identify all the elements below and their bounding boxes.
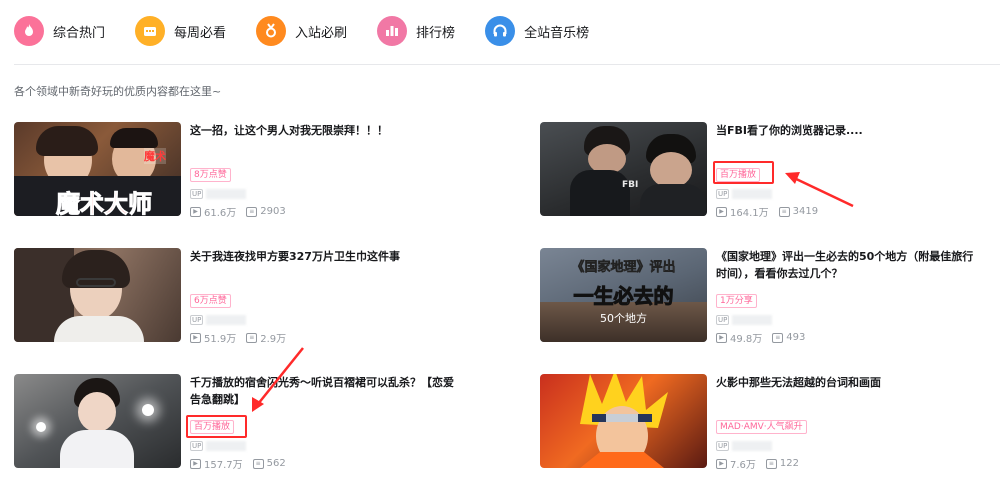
divider: [14, 64, 1000, 65]
video-thumbnail[interactable]: [14, 374, 181, 468]
video-title[interactable]: 这一招，让这个男人对我无限崇拜！！！: [190, 122, 458, 139]
video-card[interactable]: 火影中那些无法超越的台词和画面 MAD·AMV·人气飙升 UP ▶ 7.6万 ≡ 1…: [540, 374, 980, 471]
tab-music-chart[interactable]: 全站音乐榜: [485, 13, 589, 49]
play-count-icon: ▶: [190, 332, 201, 343]
video-title[interactable]: 火影中那些无法超越的台词和画面: [716, 374, 984, 391]
tab-label: 综合热门: [53, 25, 106, 41]
thumbnail-heading: 《国家地理》评出: [571, 260, 676, 276]
video-title[interactable]: 关于我连夜找甲方要327万片卫生巾这件事: [190, 248, 458, 265]
thumbnail-tag: 魔术: [144, 148, 166, 164]
calendar-icon: [135, 16, 166, 46]
play-count-icon: ▶: [190, 458, 201, 469]
video-stats: ▶ 61.6万 ≡ 2903: [190, 204, 286, 219]
uploader-row[interactable]: UP: [716, 315, 773, 325]
headphones-icon: [485, 16, 516, 46]
uploader-row[interactable]: UP: [716, 441, 773, 451]
video-card[interactable]: 魔术大师 魔术 这一招，让这个男人对我无限崇拜！！！ 8万点赞 UP ▶ 61.6…: [14, 122, 454, 219]
danmaku-count: 493: [786, 332, 806, 343]
video-info: 这一招，让这个男人对我无限崇拜！！！ 8万点赞 UP ▶ 61.6万 ≡ 2903: [190, 122, 458, 219]
tab-label: 排行榜: [416, 25, 456, 41]
play-count-icon: ▶: [716, 332, 727, 343]
tab-ranking[interactable]: 排行榜: [377, 13, 455, 49]
video-info: 火影中那些无法超越的台词和画面 MAD·AMV·人气飙升 UP ▶ 7.6万 ≡ 1…: [716, 374, 984, 471]
video-stats: ▶ 7.6万 ≡ 122: [716, 456, 799, 471]
video-thumbnail[interactable]: [14, 248, 181, 342]
play-count-icon: ▶: [190, 206, 201, 217]
up-tag: UP: [190, 441, 204, 451]
uploader-name[interactable]: [732, 441, 773, 451]
video-stats: ▶ 51.9万 ≡ 2.9万: [190, 330, 286, 345]
uploader-name[interactable]: [206, 315, 247, 325]
video-title[interactable]: 千万播放的宿舍闪光秀～听说百褶裙可以乱杀？【恋爱告急翻跳】: [190, 374, 458, 408]
video-thumbnail[interactable]: 魔术大师 魔术: [14, 122, 181, 216]
video-thumbnail[interactable]: [540, 374, 707, 468]
uploader-name[interactable]: [206, 441, 247, 451]
up-tag: UP: [716, 315, 730, 325]
view-count: 51.9万: [204, 334, 237, 345]
view-count: 49.8万: [730, 334, 763, 345]
bar-chart-icon: [377, 16, 408, 46]
highlight-box: [713, 161, 774, 184]
tab-weekly[interactable]: 每周必看: [135, 13, 226, 49]
video-card[interactable]: 关于我连夜找甲方要327万片卫生巾这件事 6万点赞 UP ▶ 51.9万 ≡ 2.9…: [14, 248, 454, 345]
thumbnail-caption: 魔术大师: [56, 190, 153, 217]
danmaku-count: 2.9万: [260, 334, 287, 345]
video-stats: ▶ 49.8万 ≡ 493: [716, 330, 805, 345]
danmaku-count: 2903: [260, 206, 286, 217]
view-count: 7.6万: [730, 460, 756, 471]
uploader-row[interactable]: UP: [190, 315, 247, 325]
uploader-name[interactable]: [732, 189, 773, 199]
video-title[interactable]: 当FBI看了你的浏览器记录....: [716, 122, 984, 139]
video-info: 《国家地理》评出一生必去的50个地方（附最佳旅行时间），看看你去过几个？ 1万分…: [716, 248, 984, 345]
danmaku-count: 562: [266, 458, 286, 469]
section-subtitle: 各个领域中新奇好玩的优质内容都在这里~: [14, 85, 222, 98]
up-tag: UP: [716, 189, 730, 199]
danmaku-icon: ≡: [765, 458, 777, 469]
thumbnail-subcaption: 50个地方: [600, 312, 647, 325]
video-thumbnail[interactable]: 《国家地理》评出 一生必去的 50个地方: [540, 248, 707, 342]
danmaku-icon: ≡: [772, 332, 784, 343]
category-tabs: 综合热门 每周必看 入站必刷 排行榜 全站音乐榜: [14, 13, 619, 49]
play-count-icon: ▶: [716, 458, 727, 469]
view-count: 164.1万: [730, 208, 769, 219]
tab-hot[interactable]: 综合热门: [14, 13, 105, 49]
danmaku-icon: ≡: [252, 458, 264, 469]
flame-icon: [14, 16, 44, 46]
video-card[interactable]: 《国家地理》评出 一生必去的 50个地方 《国家地理》评出一生必去的50个地方（…: [540, 248, 980, 345]
tab-label: 每周必看: [174, 25, 227, 41]
danmaku-icon: ≡: [246, 332, 258, 343]
video-badge: MAD·AMV·人气飙升: [716, 420, 807, 434]
video-thumbnail[interactable]: FBI: [540, 122, 707, 216]
tab-label: 全站音乐榜: [524, 25, 590, 41]
video-stats: ▶ 164.1万 ≡ 3419: [716, 204, 818, 219]
up-tag: UP: [716, 441, 730, 451]
uploader-name[interactable]: [206, 189, 247, 199]
thumbnail-caption: FBI: [622, 180, 639, 190]
uploader-name[interactable]: [732, 315, 773, 325]
uploader-row[interactable]: UP: [190, 189, 247, 199]
danmaku-count: 3419: [792, 206, 819, 217]
medal-icon: [256, 16, 287, 46]
spiky-hair-art: [580, 374, 668, 468]
up-tag: UP: [190, 315, 204, 325]
highlight-box: [186, 415, 247, 438]
video-badge: 1万分享: [716, 294, 757, 308]
danmaku-icon: ≡: [778, 206, 790, 217]
danmaku-count: 122: [779, 458, 799, 469]
video-info: 关于我连夜找甲方要327万片卫生巾这件事 6万点赞 UP ▶ 51.9万 ≡ 2.9…: [190, 248, 458, 345]
view-count: 61.6万: [204, 208, 237, 219]
thumbnail-caption: 一生必去的: [573, 284, 674, 309]
uploader-row[interactable]: UP: [190, 441, 247, 451]
up-tag: UP: [190, 189, 204, 199]
video-stats: ▶ 157.7万 ≡ 562: [190, 456, 286, 471]
tab-must-watch[interactable]: 入站必刷: [256, 13, 347, 49]
view-count: 157.7万: [204, 460, 243, 471]
video-badge: 6万点赞: [190, 294, 231, 308]
play-count-icon: ▶: [716, 206, 727, 217]
danmaku-icon: ≡: [246, 206, 258, 217]
uploader-row[interactable]: UP: [716, 189, 773, 199]
video-title[interactable]: 《国家地理》评出一生必去的50个地方（附最佳旅行时间），看看你去过几个？: [716, 248, 984, 282]
tab-label: 入站必刷: [295, 25, 348, 41]
video-badge: 8万点赞: [190, 168, 231, 182]
